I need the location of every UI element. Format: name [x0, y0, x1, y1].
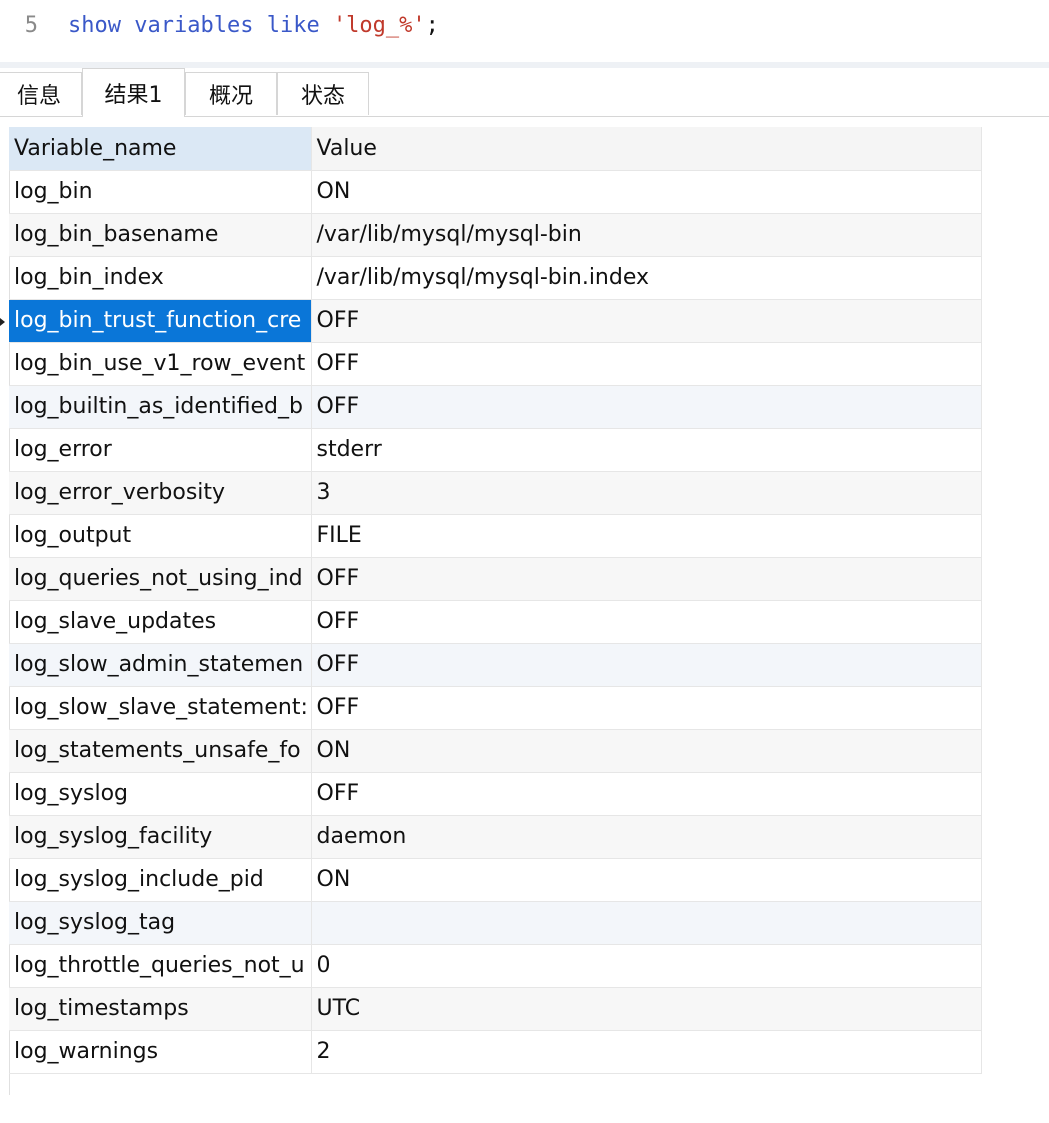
cell-variable-name[interactable]: log_bin_trust_function_cre: [9, 299, 312, 343]
cell-variable-name[interactable]: log_throttle_queries_not_u: [9, 944, 312, 988]
keyword-show: show: [68, 12, 121, 38]
cell-value[interactable]: ON: [311, 729, 982, 773]
cell-variable-name[interactable]: log_builtin_as_identified_b: [9, 385, 312, 429]
cell-value[interactable]: UTC: [311, 987, 982, 1031]
cell-value[interactable]: stderr: [311, 428, 982, 472]
table-row[interactable]: log_throttle_queries_not_u 0: [9, 944, 982, 988]
tab-profile[interactable]: 概况: [185, 72, 277, 115]
table-row[interactable]: log_builtin_as_identified_b OFF: [9, 385, 982, 429]
cell-value[interactable]: /var/lib/mysql/mysql-bin.index: [311, 256, 982, 300]
table-row[interactable]: log_queries_not_using_ind OFF: [9, 557, 982, 601]
column-header-variable-name[interactable]: Variable_name: [9, 127, 312, 171]
cell-value[interactable]: daemon: [311, 815, 982, 859]
tab-status[interactable]: 状态: [277, 72, 369, 115]
cell-variable-name[interactable]: log_syslog: [9, 772, 312, 816]
cell-value[interactable]: /var/lib/mysql/mysql-bin: [311, 213, 982, 257]
table-row[interactable]: log_warnings 2: [9, 1030, 982, 1074]
cell-variable-name[interactable]: log_syslog_include_pid: [9, 858, 312, 902]
cell-variable-name[interactable]: log_bin_use_v1_row_event: [9, 342, 312, 386]
cell-value[interactable]: [311, 901, 982, 945]
cell-variable-name[interactable]: log_warnings: [9, 1030, 312, 1074]
table-row[interactable]: log_statements_unsafe_fo ON: [9, 729, 982, 773]
cell-variable-name[interactable]: log_slow_slave_statement:: [9, 686, 312, 730]
table-row[interactable]: log_syslog_facility daemon: [9, 815, 982, 859]
cell-value[interactable]: OFF: [311, 772, 982, 816]
table-row[interactable]: log_slow_admin_statemen OFF: [9, 643, 982, 687]
semicolon: ;: [425, 12, 439, 38]
table-row[interactable]: log_bin_basename/var/lib/mysql/mysql-bin: [9, 213, 982, 257]
cell-value[interactable]: OFF: [311, 385, 982, 429]
cell-variable-name[interactable]: log_bin_index: [9, 256, 312, 300]
cell-value[interactable]: OFF: [311, 686, 982, 730]
line-number: 5: [24, 12, 38, 38]
cell-variable-name[interactable]: log_queries_not_using_ind: [9, 557, 312, 601]
cell-variable-name[interactable]: log_syslog_facility: [9, 815, 312, 859]
cell-value[interactable]: ON: [311, 858, 982, 902]
table-row[interactable]: log_bin_index/var/lib/mysql/mysql-bin.in…: [9, 256, 982, 300]
grid-header-row: Variable_name Value: [9, 127, 982, 171]
editor-line[interactable]: 5 show variables like 'log_%' ;: [0, 8, 439, 42]
cell-value[interactable]: 2: [311, 1030, 982, 1074]
cell-value[interactable]: OFF: [311, 342, 982, 386]
tab-info[interactable]: 信息: [0, 72, 82, 115]
cell-variable-name[interactable]: log_bin: [9, 170, 312, 214]
grid-body: log_bin ON log_bin_basename/var/lib/mysql/…: [9, 170, 982, 1074]
table-row[interactable]: log_bin ON: [9, 170, 982, 214]
tab-result1[interactable]: 结果1: [82, 68, 185, 117]
cell-value[interactable]: 0: [311, 944, 982, 988]
table-row[interactable]: log_output FILE: [9, 514, 982, 558]
table-row[interactable]: log_syslog_tag: [9, 901, 982, 945]
table-row[interactable]: log_timestamps UTC: [9, 987, 982, 1031]
cell-variable-name[interactable]: log_error: [9, 428, 312, 472]
sql-editor[interactable]: 5 show variables like 'log_%' ;: [0, 0, 1049, 62]
cell-variable-name[interactable]: log_output: [9, 514, 312, 558]
table-row[interactable]: log_slave_updates OFF: [9, 600, 982, 644]
cell-variable-name[interactable]: log_slow_admin_statemen: [9, 643, 312, 687]
cell-value[interactable]: OFF: [311, 600, 982, 644]
column-header-value[interactable]: Value: [311, 127, 982, 171]
cell-value[interactable]: OFF: [311, 643, 982, 687]
table-row[interactable]: log_syslog OFF: [9, 772, 982, 816]
table-row[interactable]: log_slow_slave_statement: OFF: [9, 686, 982, 730]
table-row[interactable]: log_bin_trust_function_cre OFF: [9, 299, 982, 343]
cell-variable-name[interactable]: log_bin_basename: [9, 213, 312, 257]
cell-value[interactable]: OFF: [311, 557, 982, 601]
cell-value[interactable]: ON: [311, 170, 982, 214]
keyword-variables: variables: [134, 12, 254, 38]
cell-variable-name[interactable]: log_statements_unsafe_fo: [9, 729, 312, 773]
cell-value[interactable]: 3: [311, 471, 982, 515]
cell-variable-name[interactable]: log_error_verbosity: [9, 471, 312, 515]
result-tabs: 信息 结果1 概况 状态: [0, 68, 1049, 117]
current-row-arrow-icon: [0, 318, 5, 326]
result-grid[interactable]: Variable_name Value log_bin ON log_bin_bas…: [9, 127, 982, 1074]
cell-variable-name[interactable]: log_timestamps: [9, 987, 312, 1031]
cell-value[interactable]: FILE: [311, 514, 982, 558]
table-row[interactable]: log_error stderr: [9, 428, 982, 472]
table-row[interactable]: log_error_verbosity 3: [9, 471, 982, 515]
keyword-like: like: [266, 12, 320, 38]
cell-variable-name[interactable]: log_slave_updates: [9, 600, 312, 644]
string-literal: 'log_%': [332, 12, 426, 38]
cell-variable-name[interactable]: log_syslog_tag: [9, 901, 312, 945]
cell-value[interactable]: OFF: [311, 299, 982, 343]
table-row[interactable]: log_syslog_include_pid ON: [9, 858, 982, 902]
table-row[interactable]: log_bin_use_v1_row_event OFF: [9, 342, 982, 386]
